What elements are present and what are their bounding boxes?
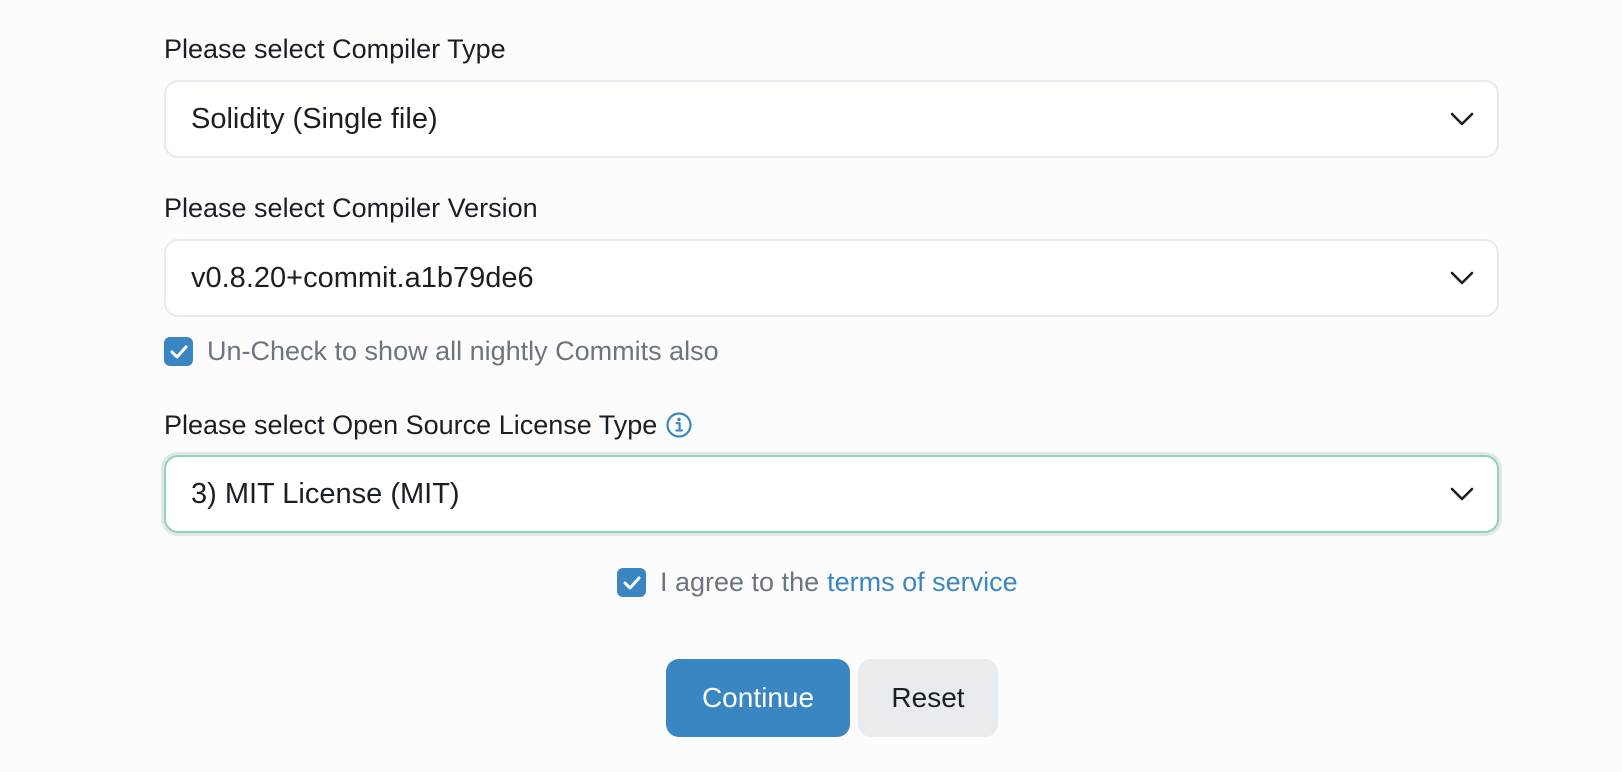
info-circle-icon[interactable] xyxy=(665,411,693,439)
terms-checkbox[interactable] xyxy=(617,568,646,597)
checkmark-icon xyxy=(623,576,640,589)
compiler-type-label-text: Please select Compiler Type xyxy=(164,34,506,64)
chevron-down-icon xyxy=(1450,112,1474,126)
nightly-commits-checkbox[interactable] xyxy=(164,337,193,366)
terms-of-service-link[interactable]: terms of service xyxy=(827,567,1018,598)
terms-prefix: I agree to the xyxy=(660,567,820,597)
chevron-down-icon xyxy=(1450,271,1474,285)
compiler-type-select[interactable]: Solidity (Single file) xyxy=(164,80,1499,158)
compiler-version-label: Please select Compiler Version xyxy=(164,191,538,225)
license-select[interactable]: 3) MIT License (MIT) xyxy=(164,455,1499,533)
reset-button[interactable]: Reset xyxy=(858,659,998,737)
terms-row: I agree to the terms of service xyxy=(617,567,1018,598)
chevron-down-icon xyxy=(1450,487,1474,501)
license-label-text: Please select Open Source License Type xyxy=(164,410,658,440)
compiler-version-label-text: Please select Compiler Version xyxy=(164,193,538,223)
compiler-type-label: Please select Compiler Type xyxy=(164,32,506,66)
nightly-commits-row: Un-Check to show all nightly Commits als… xyxy=(164,336,719,367)
compiler-version-select[interactable]: v0.8.20+commit.a1b79de6 xyxy=(164,239,1499,317)
compiler-version-value: v0.8.20+commit.a1b79de6 xyxy=(191,261,534,294)
checkmark-icon xyxy=(170,345,187,358)
license-label: Please select Open Source License Type xyxy=(164,408,693,442)
license-value: 3) MIT License (MIT) xyxy=(191,477,460,510)
nightly-commits-label: Un-Check to show all nightly Commits als… xyxy=(207,336,719,366)
continue-button[interactable]: Continue xyxy=(666,659,850,737)
compiler-type-value: Solidity (Single file) xyxy=(191,102,438,135)
